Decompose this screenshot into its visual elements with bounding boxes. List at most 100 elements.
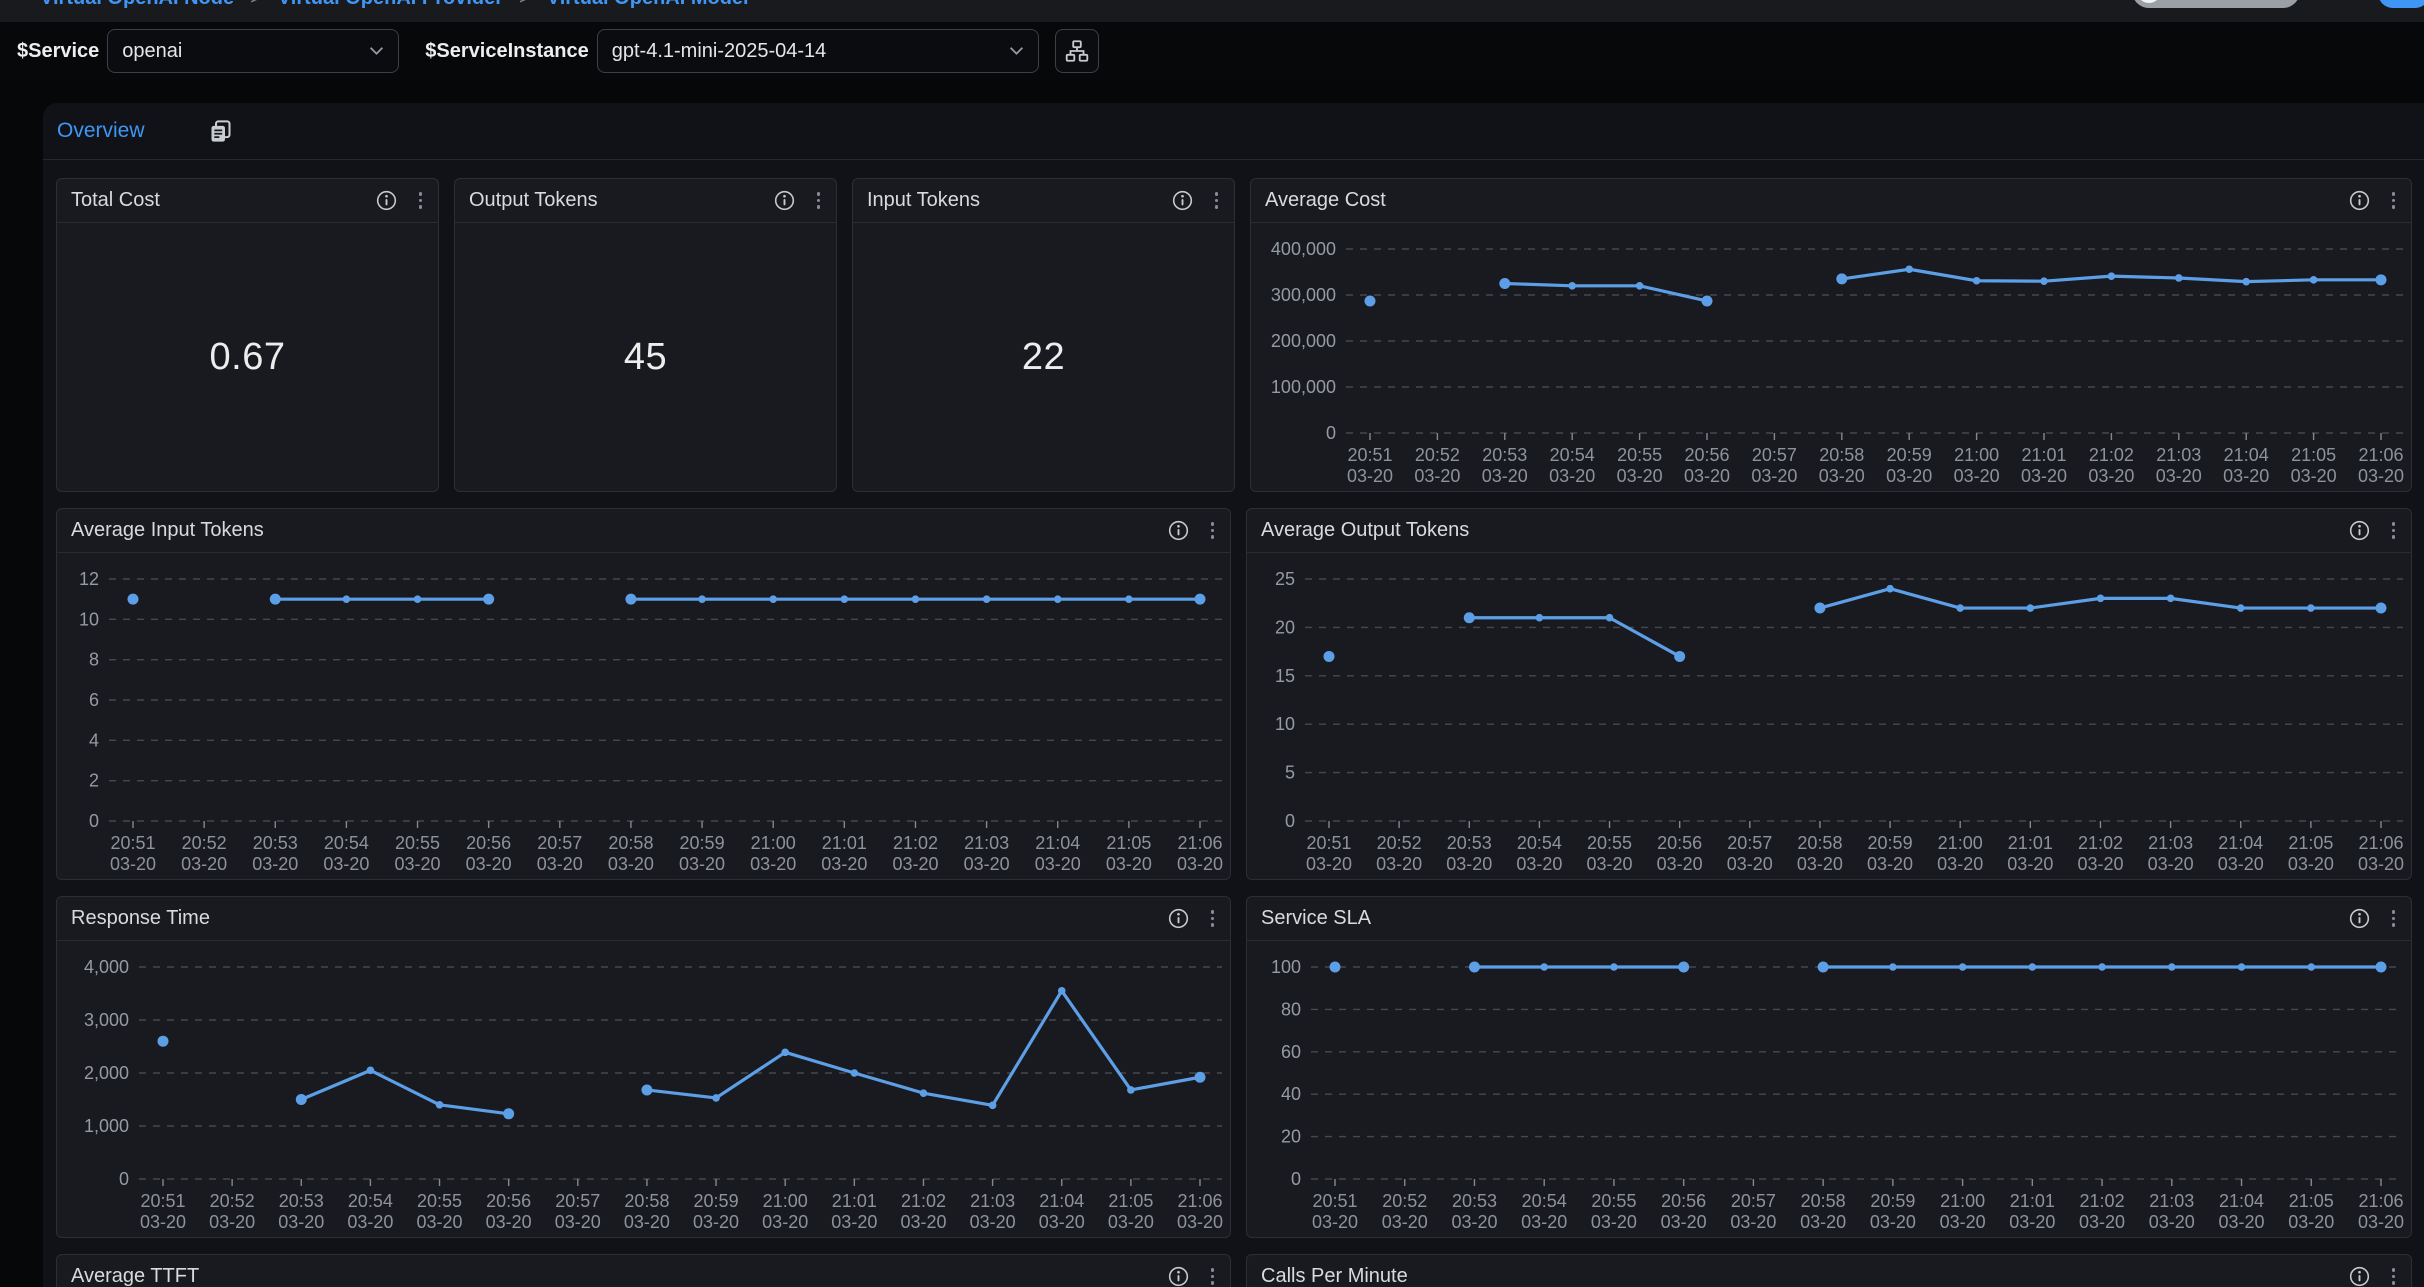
topology-view-button[interactable] bbox=[1055, 29, 1099, 73]
info-icon[interactable] bbox=[1168, 1266, 1189, 1287]
svg-text:03-20: 03-20 bbox=[1937, 854, 1983, 874]
svg-text:8: 8 bbox=[89, 650, 99, 670]
info-icon[interactable] bbox=[2349, 190, 2370, 211]
info-icon[interactable] bbox=[1168, 520, 1189, 541]
svg-text:20:52: 20:52 bbox=[1382, 1191, 1427, 1211]
svg-text:03-20: 03-20 bbox=[2219, 1212, 2265, 1232]
top-bar: Virtual OpenAI Node > Virtual OpenAI Pro… bbox=[0, 0, 2424, 22]
kebab-menu-icon[interactable] bbox=[2390, 190, 2398, 211]
svg-text:20:55: 20:55 bbox=[1617, 445, 1662, 465]
info-icon[interactable] bbox=[1168, 908, 1189, 929]
svg-text:21:04: 21:04 bbox=[2219, 1191, 2264, 1211]
chevron-down-icon bbox=[369, 46, 384, 56]
svg-text:03-20: 03-20 bbox=[2007, 854, 2053, 874]
svg-text:20:59: 20:59 bbox=[1887, 445, 1932, 465]
svg-text:20:56: 20:56 bbox=[1657, 833, 1702, 853]
svg-text:03-20: 03-20 bbox=[417, 1212, 463, 1232]
svg-text:25: 25 bbox=[1275, 569, 1295, 589]
info-icon[interactable] bbox=[774, 190, 795, 211]
panel-header: Average Output Tokens bbox=[1247, 509, 2411, 553]
svg-text:03-20: 03-20 bbox=[1730, 1212, 1776, 1232]
service-instance-select[interactable]: gpt-4.1-mini-2025-04-14 bbox=[597, 29, 1039, 73]
breadcrumb: Virtual OpenAI Node > Virtual OpenAI Pro… bbox=[40, 0, 2424, 10]
svg-text:21:06: 21:06 bbox=[2358, 833, 2403, 853]
svg-text:03-20: 03-20 bbox=[1382, 1212, 1428, 1232]
svg-text:20:54: 20:54 bbox=[324, 833, 369, 853]
info-icon[interactable] bbox=[1172, 190, 1193, 211]
panel-calls-per-minute: Calls Per Minute bbox=[1246, 1254, 2412, 1287]
svg-text:03-20: 03-20 bbox=[2288, 854, 2334, 874]
sitemap-icon bbox=[1064, 38, 1090, 64]
svg-text:20:57: 20:57 bbox=[1727, 833, 1772, 853]
info-icon[interactable] bbox=[2349, 1266, 2370, 1287]
svg-text:03-20: 03-20 bbox=[2021, 466, 2067, 486]
svg-text:03-20: 03-20 bbox=[395, 854, 441, 874]
info-icon[interactable] bbox=[2349, 908, 2370, 929]
svg-text:03-20: 03-20 bbox=[1549, 466, 1595, 486]
panel-title: Calls Per Minute bbox=[1261, 1265, 1408, 1287]
svg-text:03-20: 03-20 bbox=[1177, 1212, 1223, 1232]
svg-text:20:51: 20:51 bbox=[110, 833, 155, 853]
svg-text:21:00: 21:00 bbox=[1938, 833, 1983, 853]
svg-text:03-20: 03-20 bbox=[140, 1212, 186, 1232]
svg-text:20: 20 bbox=[1281, 1127, 1301, 1147]
kebab-menu-icon[interactable] bbox=[815, 190, 823, 211]
svg-text:21:03: 21:03 bbox=[2148, 833, 2193, 853]
tab-overview[interactable]: Overview bbox=[57, 119, 145, 143]
svg-text:20:57: 20:57 bbox=[1752, 445, 1797, 465]
svg-text:21:00: 21:00 bbox=[751, 833, 796, 853]
svg-text:03-20: 03-20 bbox=[1591, 1212, 1637, 1232]
info-icon[interactable] bbox=[2349, 520, 2370, 541]
copy-dashboard-button[interactable] bbox=[207, 118, 234, 145]
clipped-toggle-button[interactable] bbox=[2132, 0, 2300, 8]
panel-response-time: Response Time 01,0002,0003,0004,00020:51… bbox=[56, 896, 1231, 1238]
svg-text:100,000: 100,000 bbox=[1271, 377, 1336, 397]
svg-text:20:51: 20:51 bbox=[140, 1191, 185, 1211]
svg-text:0: 0 bbox=[1285, 811, 1295, 831]
svg-text:21:04: 21:04 bbox=[2224, 445, 2269, 465]
kebab-menu-icon[interactable] bbox=[1209, 908, 1217, 929]
panel-header: Input Tokens bbox=[853, 179, 1234, 223]
svg-text:21:01: 21:01 bbox=[2021, 445, 2066, 465]
breadcrumb-link-provider[interactable]: Virtual OpenAI Provider bbox=[278, 0, 503, 10]
svg-text:03-20: 03-20 bbox=[1108, 1212, 1154, 1232]
kebab-menu-icon[interactable] bbox=[2390, 908, 2398, 929]
svg-text:03-20: 03-20 bbox=[750, 854, 796, 874]
kebab-menu-icon[interactable] bbox=[1209, 1266, 1217, 1287]
chevron-down-icon bbox=[1009, 46, 1024, 56]
svg-text:21:06: 21:06 bbox=[2358, 445, 2403, 465]
kebab-menu-icon[interactable] bbox=[2390, 520, 2398, 541]
breadcrumb-link-node[interactable]: Virtual OpenAI Node bbox=[40, 0, 234, 10]
service-variable-label: $Service bbox=[17, 40, 99, 63]
svg-text:03-20: 03-20 bbox=[1521, 1212, 1567, 1232]
service-select[interactable]: openai bbox=[107, 29, 399, 73]
svg-text:03-20: 03-20 bbox=[1819, 466, 1865, 486]
kebab-menu-icon[interactable] bbox=[1209, 520, 1217, 541]
svg-text:03-20: 03-20 bbox=[486, 1212, 532, 1232]
svg-text:03-20: 03-20 bbox=[1347, 466, 1393, 486]
kebab-menu-icon[interactable] bbox=[417, 190, 425, 211]
svg-text:5: 5 bbox=[1285, 763, 1295, 783]
toggle-knob bbox=[2137, 0, 2161, 3]
breadcrumb-link-model[interactable]: Virtual OpenAI Model bbox=[547, 0, 749, 10]
svg-text:03-20: 03-20 bbox=[1886, 466, 1932, 486]
svg-text:20: 20 bbox=[1275, 617, 1295, 637]
info-icon[interactable] bbox=[376, 190, 397, 211]
svg-text:21:04: 21:04 bbox=[2218, 833, 2263, 853]
kebab-menu-icon[interactable] bbox=[1213, 190, 1221, 211]
svg-text:03-20: 03-20 bbox=[181, 854, 227, 874]
panel-header: Average TTFT bbox=[57, 1255, 1230, 1287]
svg-text:03-20: 03-20 bbox=[1870, 1212, 1916, 1232]
svg-text:2: 2 bbox=[89, 771, 99, 791]
svg-text:03-20: 03-20 bbox=[1446, 854, 1492, 874]
svg-text:40: 40 bbox=[1281, 1084, 1301, 1104]
kebab-menu-icon[interactable] bbox=[2390, 1266, 2398, 1287]
svg-text:03-20: 03-20 bbox=[1482, 466, 1528, 486]
panel-header: Calls Per Minute bbox=[1247, 1255, 2411, 1287]
panel-header: Service SLA bbox=[1247, 897, 2411, 941]
svg-text:21:05: 21:05 bbox=[1108, 1191, 1153, 1211]
svg-text:4,000: 4,000 bbox=[84, 957, 129, 977]
svg-text:03-20: 03-20 bbox=[821, 854, 867, 874]
svg-text:1,000: 1,000 bbox=[84, 1116, 129, 1136]
svg-text:400,000: 400,000 bbox=[1271, 239, 1336, 259]
